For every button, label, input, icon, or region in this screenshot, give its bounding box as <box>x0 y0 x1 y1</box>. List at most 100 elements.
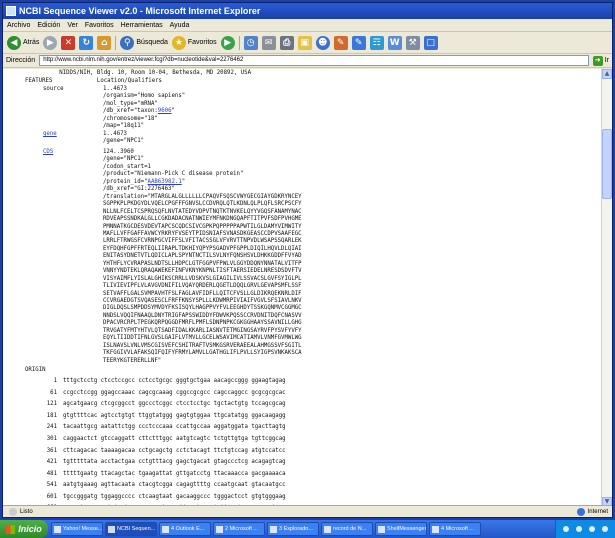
task-list: Yahoo! Messe... NCBI Sequen... 4 Outlook E… <box>51 522 481 536</box>
address-label: Dirección <box>6 57 36 64</box>
translation-line: RDVEAPSSNDKALGLLCGKDADACNATNWIEYMFNKDNGQ… <box>103 216 302 223</box>
cds-qualifier-line: /gene="NPC1" <box>103 156 145 163</box>
address-input[interactable]: http://www.ncbi.nlm.nih.gov/entrez/viewe… <box>39 55 589 66</box>
translation-line: NNDSLVQQIFNAAQLDNYTRIGFAPSSWIDDYFDWVKPQS… <box>103 312 302 319</box>
go-button[interactable]: ➜ Ir <box>592 55 609 66</box>
tools-icon[interactable]: ⚒ <box>405 35 420 50</box>
menu-favoritos[interactable]: Favoritos <box>85 22 114 29</box>
search-icon: ⚲ <box>120 35 135 50</box>
scroll-thumb[interactable] <box>602 129 612 199</box>
feature-key-cds-link[interactable]: CDS <box>43 149 53 156</box>
translation-line: EQYLTIIDDTIFNLGVSLGAIFLVTMVLLGCELWSAVIMC… <box>103 335 302 342</box>
sequence-position: 481 <box>46 470 57 477</box>
translation-line: TEERYKGTERERLLNF" <box>103 357 162 364</box>
discuss-icon[interactable]: ✎ <box>351 35 366 50</box>
scroll-up-icon[interactable]: ▲ <box>602 69 612 79</box>
translation-line: YHTHFLYCVRAPASLNDTSLLHDPCLGTFGGPVFPWLVLG… <box>103 260 302 267</box>
page-icon <box>9 507 17 516</box>
menu-herramientas[interactable]: Herramientas <box>121 22 163 29</box>
word-icon[interactable]: W <box>387 35 402 50</box>
taskbar-item[interactable]: Yahoo! Messe... <box>51 522 103 536</box>
submitter-address: NIDDS/NIH, Bldg. 10, Room 10-04, Bethesd… <box>25 70 251 76</box>
cds-qualifier-line: /db_xref="GI:2276463" <box>103 186 175 193</box>
favorites-button[interactable]: ★ Favoritos <box>171 35 217 51</box>
toolbar-separator <box>238 35 240 50</box>
menu-edicion[interactable]: Edición <box>37 22 60 29</box>
sequence-line: tacaattgcg aatattctgg ccctcccaaa ccattgc… <box>63 424 286 431</box>
translation-line: TRVGATYFMTYHTVLQTSADFIDALKKARLIASNVTETMG… <box>103 327 302 334</box>
star-icon: ★ <box>171 35 186 50</box>
window-icon[interactable]: □ <box>423 35 438 50</box>
translation-line: EYFDQHFGPFFRTEQLIIRAPLTDKHIYQPYPSGADVPFG… <box>103 245 302 252</box>
tray-volume-icon[interactable] <box>575 526 582 532</box>
taskbar-item[interactable]: 2 Microsoft ... <box>213 522 265 536</box>
sequence-line: cttcagacac taaaagacaa cctgcagctg cctctac… <box>63 447 286 454</box>
history-icon[interactable]: ◷ <box>243 35 258 50</box>
cds-qualifier-line: /product="Niemann-Pick C disease protein… <box>103 171 244 178</box>
refresh-icon[interactable]: ↻ <box>79 35 94 50</box>
back-label: Atrás <box>23 39 40 46</box>
source-qualifier-line: /map="18q11" <box>103 123 145 130</box>
source-qualifier-line: 1..4673 <box>103 86 127 92</box>
translation-line: DPACVRCRPLTPEGKQRPQGGDFMRFLPMFLSDNPNPKCG… <box>103 320 302 327</box>
favorites-label: Favoritos <box>187 39 217 46</box>
print-icon[interactable]: ⎙ <box>279 35 294 50</box>
sequence-position: 601 <box>46 493 57 500</box>
translation-line: NLLNLFCELTCSPRQSQFLNVTATEDYVDPVTNQTKTNVK… <box>103 208 302 215</box>
taskbar-item-label: 4 Outlook E... <box>171 526 205 532</box>
xref-link[interactable]: AAB63982.1 <box>148 179 182 185</box>
origin-header: ORIGIN <box>25 367 46 374</box>
window-title: NCBI Sequence Viewer v2.0 - Microsoft In… <box>19 6 261 16</box>
taskbar-item-label: ShellMessenger <box>387 526 427 532</box>
sequence-line: tgccgggatg tggaggcccc ctcaagtaat gacaagg… <box>63 493 286 500</box>
tray-antivirus-icon[interactable] <box>602 526 609 532</box>
taskbar-item[interactable]: 4 Outlook E... <box>159 522 211 536</box>
search-button[interactable]: ⚲ Búsqueda <box>120 35 168 51</box>
menu-ver[interactable]: Ver <box>67 22 78 29</box>
taskbar-item[interactable]: 3 Explorado... <box>267 522 319 536</box>
sequence-line: agcatgaacg ctcgcggcct ggccctcggc ctcctcc… <box>63 401 286 408</box>
features-header: FEATURES Location/Qualifiers <box>25 78 162 84</box>
taskbar-item-label: Yahoo! Messe... <box>63 526 103 532</box>
vertical-scrollbar[interactable]: ▲ ▼ <box>601 69 612 507</box>
windows-logo-icon <box>6 524 16 534</box>
translation-line: TLIVIEVIPFLVLAVGVDNIFILVQAYQRDERLQGETLDQ… <box>103 283 302 290</box>
messenger-icon[interactable]: ☻ <box>315 35 330 50</box>
gene-qualifier-line: 1..4673 <box>103 131 127 137</box>
feature-key-gene-link[interactable]: gene <box>43 131 57 138</box>
tray-network-icon[interactable] <box>562 526 569 532</box>
start-button[interactable]: Inicio <box>0 520 48 538</box>
sequence-line: tgtttttata acctactgaa cctgtttacg gagctga… <box>63 459 286 466</box>
menu-archivo[interactable]: Archivo <box>7 22 30 29</box>
toolbar-separator <box>115 35 117 50</box>
taskbar-item[interactable]: ShellMessenger <box>375 522 427 536</box>
menu-ayuda[interactable]: Ayuda <box>170 22 190 29</box>
back-button[interactable]: ◀ Atrás <box>7 35 39 51</box>
media-icon[interactable]: ▶ <box>220 35 235 50</box>
translation-line: /translation="MTARGLALGLLLLLLCPAQVFSQSCV… <box>103 193 302 200</box>
sequence-position: 121 <box>46 401 57 408</box>
research-icon[interactable]: ☶ <box>369 35 384 50</box>
sequence-line: tttgctcctg ctcctccgcc cctcctgcgc gggtgct… <box>63 378 286 385</box>
translation-line: TKFGGIVVLAFAKSQIFQIFYFRMYLAMVLLGATHGLIFL… <box>103 350 302 357</box>
home-icon[interactable]: ⌂ <box>97 35 112 50</box>
tray-messenger-icon[interactable] <box>589 526 596 532</box>
taskbar-item-label: record de N... <box>333 526 367 532</box>
forward-arrow-icon[interactable]: ▶ <box>43 35 58 50</box>
mail-icon[interactable]: ✉ <box>261 35 276 50</box>
taskbar-item[interactable]: record de N... <box>321 522 373 536</box>
page-content: NIDDS/NIH, Bldg. 10, Room 10-04, Bethesd… <box>3 69 603 507</box>
title-bar[interactable]: NCBI Sequence Viewer v2.0 - Microsoft In… <box>3 3 612 19</box>
xref-link[interactable]: 9606 <box>158 108 172 114</box>
translation-line: ENITASYDNETVTLQDICLAPLSPYNTNCTILSVLNYFQN… <box>103 253 302 260</box>
gene-qualifier-line: /gene="NPC1" <box>103 138 145 145</box>
sequence-position: 301 <box>46 435 57 442</box>
edit-icon[interactable]: ✎ <box>333 35 348 50</box>
folder-icon[interactable]: ▣ <box>297 35 312 50</box>
stop-icon[interactable]: ✕ <box>61 35 76 50</box>
browser-window: NCBI Sequence Viewer v2.0 - Microsoft In… <box>2 2 613 518</box>
internet-zone-icon <box>576 507 585 516</box>
taskbar-item[interactable]: 4 Microsoft ... <box>429 522 481 536</box>
translation-line: ISLNAVSLVNLVMSCGISVEFCSHITRAFTVSMKGSRVER… <box>103 342 302 349</box>
taskbar-item[interactable]: NCBI Sequen... <box>105 522 157 536</box>
